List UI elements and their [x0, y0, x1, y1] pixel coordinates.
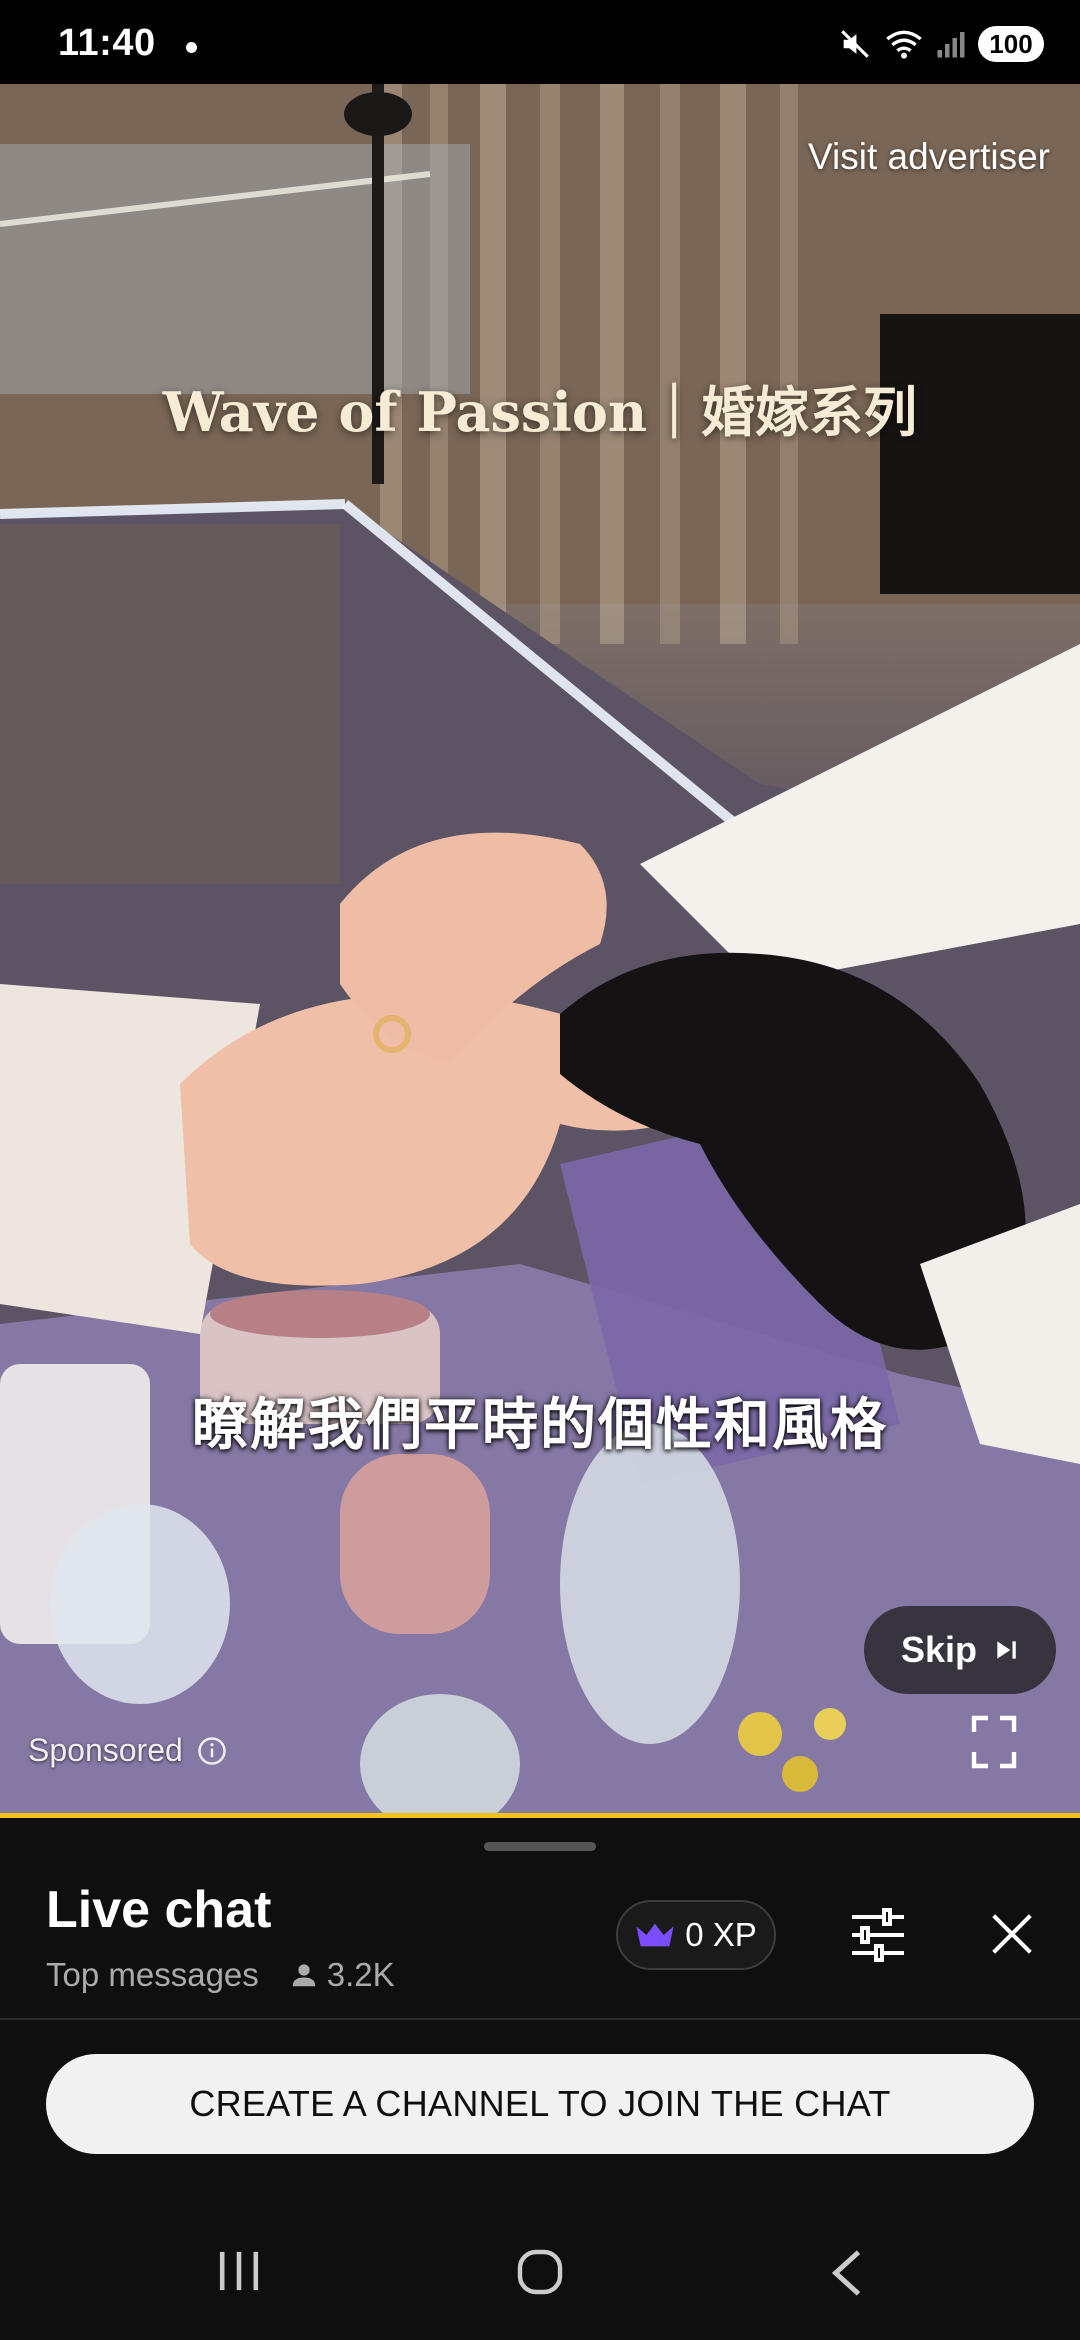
ad-caption: 瞭解我們平時的個性和風格	[192, 1393, 888, 1456]
mute-icon	[841, 30, 869, 58]
create-channel-button[interactable]: CREATE A CHANNEL TO JOIN THE CHAT	[46, 2054, 1034, 2154]
filter-settings-icon[interactable]	[850, 1908, 906, 1962]
status-bar: 11:40 100	[0, 0, 1080, 84]
fullscreen-icon[interactable]	[970, 1714, 1018, 1770]
status-icons: 100	[838, 26, 1044, 62]
signal-icon	[937, 32, 965, 58]
wifi-icon	[886, 30, 922, 59]
skip-label: Skip	[900, 1629, 978, 1670]
back-icon[interactable]	[828, 2248, 864, 2298]
battery-icon: 100	[978, 26, 1044, 62]
xp-button[interactable]: 0 XP	[616, 1900, 776, 1970]
skip-next-icon	[997, 1641, 1016, 1659]
viewer-count: 3.2K	[326, 1956, 395, 1993]
video-player[interactable]: Visit advertiser Wave of Passion｜婚嫁系列 瞭解…	[0, 84, 1080, 1818]
system-navigation-bar	[0, 2210, 1080, 2340]
chat-meta: Top messages 3.2K	[46, 1956, 395, 1994]
visit-advertiser-link[interactable]: Visit advertiser	[808, 136, 1050, 178]
info-icon	[198, 1736, 226, 1765]
xp-label: 0 XP	[685, 1916, 757, 1953]
person-icon	[289, 1960, 319, 1990]
chat-title: Live chat	[46, 1881, 272, 1939]
ad-title-overlay: Wave of Passion｜婚嫁系列	[162, 380, 918, 444]
notification-dot-icon	[186, 42, 197, 53]
close-icon[interactable]	[990, 1912, 1034, 1956]
drag-handle[interactable]	[484, 1842, 596, 1851]
video-frame-image	[0, 84, 1080, 1818]
status-time: 11:40	[58, 22, 156, 64]
crown-icon	[636, 1923, 674, 1947]
chat-mode-selector[interactable]: Top messages	[46, 1956, 259, 1994]
home-icon[interactable]	[516, 2248, 564, 2296]
divider	[0, 2018, 1080, 2020]
sponsored-label: Sponsored	[28, 1732, 183, 1768]
sponsored-badge[interactable]: Sponsored	[28, 1732, 227, 1769]
skip-ad-button[interactable]: Skip	[864, 1606, 1056, 1694]
recents-icon[interactable]	[216, 2250, 262, 2292]
